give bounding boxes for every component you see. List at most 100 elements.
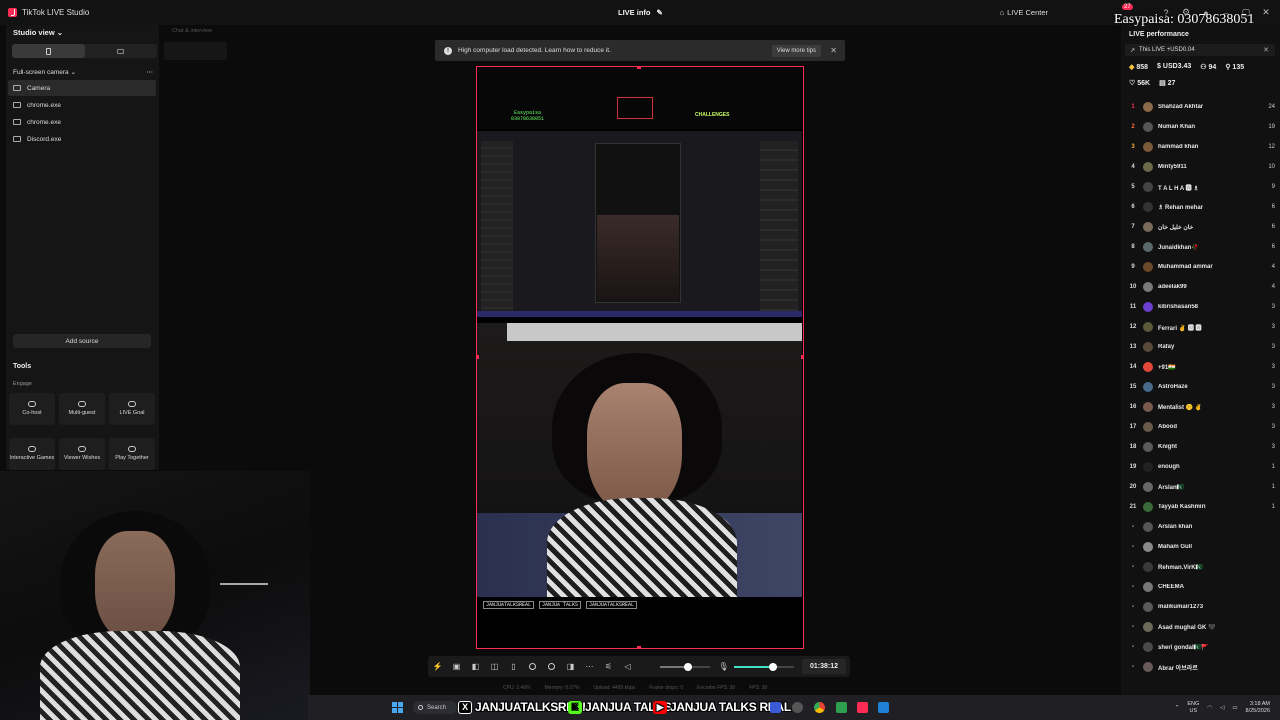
camera-icon[interactable]: ◨ [561, 662, 580, 671]
viewer-avatar[interactable] [1143, 282, 1153, 292]
phone-icon[interactable]: ▯ [504, 662, 523, 671]
tool-live-goal[interactable]: LIVE Goal [109, 393, 155, 425]
wifi-icon[interactable]: ◠ [1207, 705, 1212, 711]
mixer-icon[interactable]: ⚟ [599, 662, 618, 671]
viewer-row[interactable]: 12 Ferrari ✌️ 🆆 🆆 3 [1125, 317, 1275, 337]
source-item-chrome-2[interactable]: chrome.exe [8, 114, 156, 130]
language-indicator[interactable]: ENG US [1187, 701, 1199, 713]
more-options-icon[interactable]: ⋯ [147, 68, 154, 76]
viewer-avatar[interactable] [1143, 402, 1153, 412]
speaker-icon[interactable]: ◁ [618, 662, 637, 671]
viewer-row[interactable]: 16 Mentalist 🤫 ✌️ 3 [1125, 397, 1275, 417]
viewer-row[interactable]: 17 Abood 3 [1125, 417, 1275, 437]
resize-handle[interactable] [637, 646, 641, 648]
layout-icon[interactable]: ▣ [447, 662, 466, 671]
viewer-avatar[interactable] [1143, 162, 1153, 172]
edit-icon[interactable]: ✎ [657, 8, 663, 17]
viewer-avatar[interactable] [1143, 242, 1153, 252]
this-live-bar[interactable]: ↗ This LIVE +USD0.04 ✕ [1125, 44, 1275, 56]
mic-slider[interactable] [734, 663, 794, 671]
volume-slider[interactable] [660, 663, 710, 671]
viewer-row[interactable]: 15 AstroHaze 3 [1125, 377, 1275, 397]
live-center-button[interactable]: ⌂ LIVE Center [1000, 8, 1048, 17]
taskbar-search[interactable]: Search [413, 701, 457, 714]
chevron-up-icon[interactable]: ⌃ [1175, 705, 1180, 711]
tool-interactive-games[interactable]: Interactive Games [9, 438, 55, 470]
viewer-avatar[interactable] [1143, 222, 1153, 232]
viewer-row[interactable]: 7 خان خلیل خان 6 [1125, 217, 1275, 237]
clock[interactable]: 3:18 AM 8/25/2026 [1246, 701, 1270, 714]
viewer-row[interactable]: 3 hammad khan 12 [1125, 137, 1275, 157]
speaker-icon[interactable]: ◁ [1220, 705, 1224, 711]
viewer-row[interactable]: 1 Shahzad Akhtar 24 [1125, 97, 1275, 117]
viewer-row[interactable]: - Arslan khan [1125, 517, 1275, 537]
viewer-row[interactable]: - Asad mughal GK 🖤 [1125, 617, 1275, 637]
portrait-button[interactable] [12, 44, 85, 58]
viewer-avatar[interactable] [1143, 662, 1153, 672]
magic-wand-icon[interactable]: ⚡ [428, 662, 447, 671]
viewer-avatar[interactable] [1143, 122, 1153, 132]
resize-handle[interactable] [801, 355, 803, 359]
viewer-avatar[interactable] [1143, 422, 1153, 432]
viewer-row[interactable]: - malikumair1273 [1125, 597, 1275, 617]
source-item-discord[interactable]: Discord.exe [8, 131, 156, 147]
chrome-icon[interactable] [814, 702, 825, 713]
viewer-row[interactable]: 11 kibrishasan58 3 [1125, 297, 1275, 317]
app-icon[interactable] [878, 702, 889, 713]
replay-icon[interactable] [542, 663, 561, 670]
viewer-avatar[interactable] [1143, 302, 1153, 312]
volume-slider-knob[interactable] [683, 663, 692, 671]
viewer-row[interactable]: 8 Junaidkhan🥀 6 [1125, 237, 1275, 257]
viewer-row[interactable]: 6 ♗ Rehan mehar 6 [1125, 197, 1275, 217]
viewer-avatar[interactable] [1143, 342, 1153, 352]
viewer-row[interactable]: - Maham Gull [1125, 537, 1275, 557]
stream-preview[interactable]: Easypaisa 03078638051 CHALLENGES JANJUAT… [476, 66, 804, 649]
viewer-avatar[interactable] [1143, 482, 1153, 492]
viewer-row[interactable]: - Rehman.VirK🇵🇰 [1125, 557, 1275, 577]
viewer-row[interactable]: - sheri gondal🇵🇰🚩 [1125, 637, 1275, 657]
close-button[interactable]: ✕ [1260, 7, 1272, 18]
viewer-row[interactable]: - Abrar 아브라르 [1125, 657, 1275, 677]
viewer-avatar[interactable] [1143, 182, 1153, 192]
microphone-icon[interactable]: 🎙 [714, 662, 733, 671]
viewer-avatar[interactable] [1143, 582, 1153, 592]
close-icon[interactable]: ✕ [1263, 46, 1269, 54]
record-icon[interactable] [523, 663, 542, 670]
viewer-avatar[interactable] [1143, 202, 1153, 212]
battery-icon[interactable]: ▭ [1232, 705, 1237, 711]
add-source-button[interactable]: Add source [13, 334, 151, 348]
viewer-avatar[interactable] [1143, 642, 1153, 652]
resize-handle[interactable] [637, 67, 641, 69]
landscape-button[interactable] [85, 44, 158, 58]
viewer-row[interactable]: 2 Numan Khan 19 [1125, 117, 1275, 137]
app-icon[interactable] [836, 702, 847, 713]
more-icon[interactable]: ⋯ [580, 662, 599, 671]
tool-co-host[interactable]: Co-host [9, 393, 55, 425]
viewer-row[interactable]: 19 enough 1 [1125, 457, 1275, 477]
view-more-tips-button[interactable]: View more tips [771, 44, 821, 57]
tool-viewer-wishes[interactable]: Viewer Wishes [59, 438, 105, 470]
chat-tab[interactable]: Chat & interview [172, 28, 212, 34]
viewer-row[interactable]: 9 Muhammad ammar 4 [1125, 257, 1275, 277]
viewer-avatar[interactable] [1143, 562, 1153, 572]
viewer-avatar[interactable] [1143, 142, 1153, 152]
viewer-row[interactable]: 20 Arslan🇵🇰 1 [1125, 477, 1275, 497]
screenshot-icon[interactable]: ◧ [466, 662, 485, 671]
tool-play-together[interactable]: Play Together [109, 438, 155, 470]
windows-start-icon[interactable] [392, 702, 403, 713]
viewer-row[interactable]: 4 Minty5911 10 [1125, 157, 1275, 177]
viewer-avatar[interactable] [1143, 462, 1153, 472]
viewer-row[interactable]: 13 Rafay 3 [1125, 337, 1275, 357]
viewer-row[interactable]: - CHEEMA [1125, 577, 1275, 597]
layers-icon[interactable]: ◫ [485, 662, 504, 671]
mic-slider-knob[interactable] [769, 663, 777, 671]
viewer-avatar[interactable] [1143, 362, 1153, 372]
viewer-row[interactable]: 5 T A L H A 🆆 ♗ 9 [1125, 177, 1275, 197]
viewer-avatar[interactable] [1143, 542, 1153, 552]
viewer-avatar[interactable] [1143, 502, 1153, 512]
app-icon[interactable] [792, 702, 803, 713]
viewer-avatar[interactable] [1143, 602, 1153, 612]
close-icon[interactable]: ✕ [830, 46, 837, 55]
studio-view-dropdown[interactable]: Studio view ⌄ [13, 28, 63, 37]
viewer-row[interactable]: 21 Tayyab Kashmiri 1 [1125, 497, 1275, 517]
